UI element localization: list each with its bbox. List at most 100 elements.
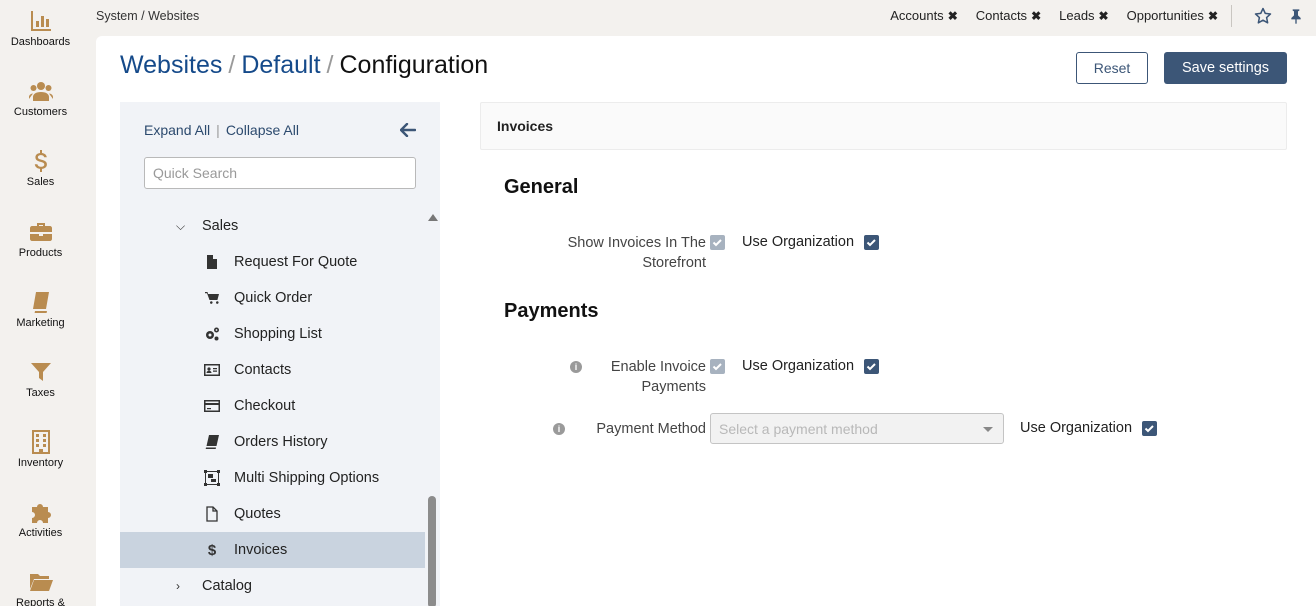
field-label-show-invoices: Show Invoices In The Storefront xyxy=(568,233,706,273)
close-icon[interactable]: ✖ xyxy=(948,9,958,23)
tree-item-checkout[interactable]: Checkout xyxy=(120,388,425,424)
book-icon xyxy=(29,290,53,314)
favorite-contacts[interactable]: Contacts ✖ xyxy=(976,8,1041,23)
scroll-up-arrow-icon[interactable] xyxy=(428,214,438,221)
tree-item-sales[interactable]: ⌵ Sales xyxy=(120,208,425,244)
tree-item-shopping-list[interactable]: Shopping List xyxy=(120,316,425,352)
check-icon xyxy=(866,363,876,371)
star-icon[interactable] xyxy=(1254,7,1272,25)
close-icon[interactable]: ✖ xyxy=(1031,9,1041,23)
nav-inventory[interactable]: Inventory xyxy=(0,430,81,469)
nav-label: Activities xyxy=(18,527,63,539)
nav-dashboards[interactable]: Dashboards xyxy=(0,9,81,48)
tree-item-label: Contacts xyxy=(234,362,292,378)
section-header: Invoices xyxy=(480,102,1287,150)
nav-marketing[interactable]: Marketing xyxy=(0,290,81,329)
nav-label: Inventory xyxy=(17,457,64,469)
enable-invoice-payments-checkbox[interactable] xyxy=(710,359,725,374)
use-organization-label: Use Organization xyxy=(742,234,855,250)
collapse-all-link[interactable]: Collapse All xyxy=(226,122,299,138)
check-icon xyxy=(1144,425,1154,433)
nav-label: Sales xyxy=(26,176,55,188)
payment-method-select[interactable]: Select a payment method xyxy=(710,413,1004,444)
favorite-accounts[interactable]: Accounts ✖ xyxy=(890,8,958,23)
expand-all-link[interactable]: Expand All xyxy=(144,122,210,138)
use-organization-label: Use Organization xyxy=(742,358,855,374)
chevron-right-icon[interactable]: › xyxy=(176,579,188,593)
use-organization-checkbox[interactable] xyxy=(1142,421,1157,436)
save-settings-button[interactable]: Save settings xyxy=(1164,52,1287,84)
favorite-label: Opportunities xyxy=(1126,8,1204,23)
pin-icon[interactable] xyxy=(1288,7,1304,25)
id-card-icon xyxy=(204,362,220,378)
object-group-icon xyxy=(204,470,220,486)
divider: | xyxy=(216,122,220,138)
page-title: Websites / Default / Configuration xyxy=(120,51,488,80)
title-link-websites[interactable]: Websites xyxy=(120,51,222,79)
info-icon[interactable]: i xyxy=(570,361,582,373)
label-line: Enable Invoice xyxy=(610,359,706,375)
tree-item-label: Invoices xyxy=(234,542,288,558)
use-organization-checkbox[interactable] xyxy=(864,359,879,374)
use-organization-checkbox[interactable] xyxy=(864,235,879,250)
check-icon xyxy=(712,363,722,371)
favorite-label: Contacts xyxy=(975,8,1028,23)
tree-item-catalog[interactable]: › Catalog xyxy=(120,568,425,604)
nav-label: Products xyxy=(18,247,63,259)
nav-reports[interactable]: Reports & xyxy=(0,570,81,606)
nav-label: Customers xyxy=(13,106,68,118)
show-invoices-checkbox[interactable] xyxy=(710,235,725,250)
nav-activities[interactable]: Activities xyxy=(0,500,81,539)
field-label-payment-method: Payment Method xyxy=(596,419,706,439)
chevron-down-icon xyxy=(983,427,993,432)
tree-item-label: Multi Shipping Options xyxy=(234,470,380,486)
favorite-leads[interactable]: Leads ✖ xyxy=(1059,8,1108,23)
tree-actions: Expand All | Collapse All xyxy=(144,122,299,138)
use-organization-label: Use Organization xyxy=(1020,420,1133,436)
tree-item-quotes[interactable]: Quotes xyxy=(120,496,425,532)
group-title-general: General xyxy=(504,176,579,198)
label-line: Show Invoices In The xyxy=(567,235,706,251)
config-tree: Expand All | Collapse All ⌵ Sales Request … xyxy=(120,102,440,606)
chevron-down-icon[interactable]: ⌵ xyxy=(176,219,188,234)
puzzle-icon xyxy=(29,500,53,524)
tree-item-quick-order[interactable]: Quick Order xyxy=(120,280,425,316)
section-title: Invoices xyxy=(497,118,554,134)
group-title-payments: Payments xyxy=(504,300,599,322)
collapse-sidebar-arrow-icon[interactable] xyxy=(400,123,416,137)
title-current: Configuration xyxy=(339,51,489,79)
favorite-label: Accounts xyxy=(890,8,944,23)
scrollbar-thumb[interactable] xyxy=(428,496,436,606)
tree-item-multi-shipping-options[interactable]: Multi Shipping Options xyxy=(120,460,425,496)
top-bar: System / Websites Accounts ✖ Contacts ✖ Le… xyxy=(81,0,1316,34)
favorite-opportunities[interactable]: Opportunities ✖ xyxy=(1127,8,1218,23)
favorite-label: Leads xyxy=(1059,8,1095,23)
close-icon[interactable]: ✖ xyxy=(1208,9,1218,23)
folder-open-icon xyxy=(29,570,53,594)
reset-button[interactable]: Reset xyxy=(1076,52,1148,84)
quick-search-input[interactable] xyxy=(144,157,416,189)
filter-icon xyxy=(29,360,53,384)
dollar-icon xyxy=(29,149,53,173)
info-icon[interactable]: i xyxy=(553,423,565,435)
nav-customers[interactable]: Customers xyxy=(0,79,81,118)
tree-item-label: Checkout xyxy=(234,398,296,414)
chart-bar-icon xyxy=(29,9,53,33)
nav-sales[interactable]: Sales xyxy=(0,149,81,188)
check-icon xyxy=(866,239,876,247)
dollar-icon: $ xyxy=(207,541,217,559)
tree-item-label: Quotes xyxy=(234,506,281,522)
tree-item-label: Request For Quote xyxy=(234,254,358,270)
close-icon[interactable]: ✖ xyxy=(1099,9,1109,23)
tree-item-contacts[interactable]: Contacts xyxy=(120,352,425,388)
tree-item-request-for-quote[interactable]: Request For Quote xyxy=(120,244,425,280)
nav-products[interactable]: Products xyxy=(0,220,81,259)
building-icon xyxy=(29,430,53,454)
nav-taxes[interactable]: Taxes xyxy=(0,360,81,399)
field-label-enable-invoice-payments: Enable Invoice Payments xyxy=(611,357,706,397)
tree-item-orders-history[interactable]: Orders History xyxy=(120,424,425,460)
title-link-default[interactable]: Default xyxy=(241,51,320,79)
title-separator: / xyxy=(228,51,236,79)
credit-card-icon xyxy=(204,398,220,414)
tree-item-invoices[interactable]: $ Invoices xyxy=(120,532,425,568)
